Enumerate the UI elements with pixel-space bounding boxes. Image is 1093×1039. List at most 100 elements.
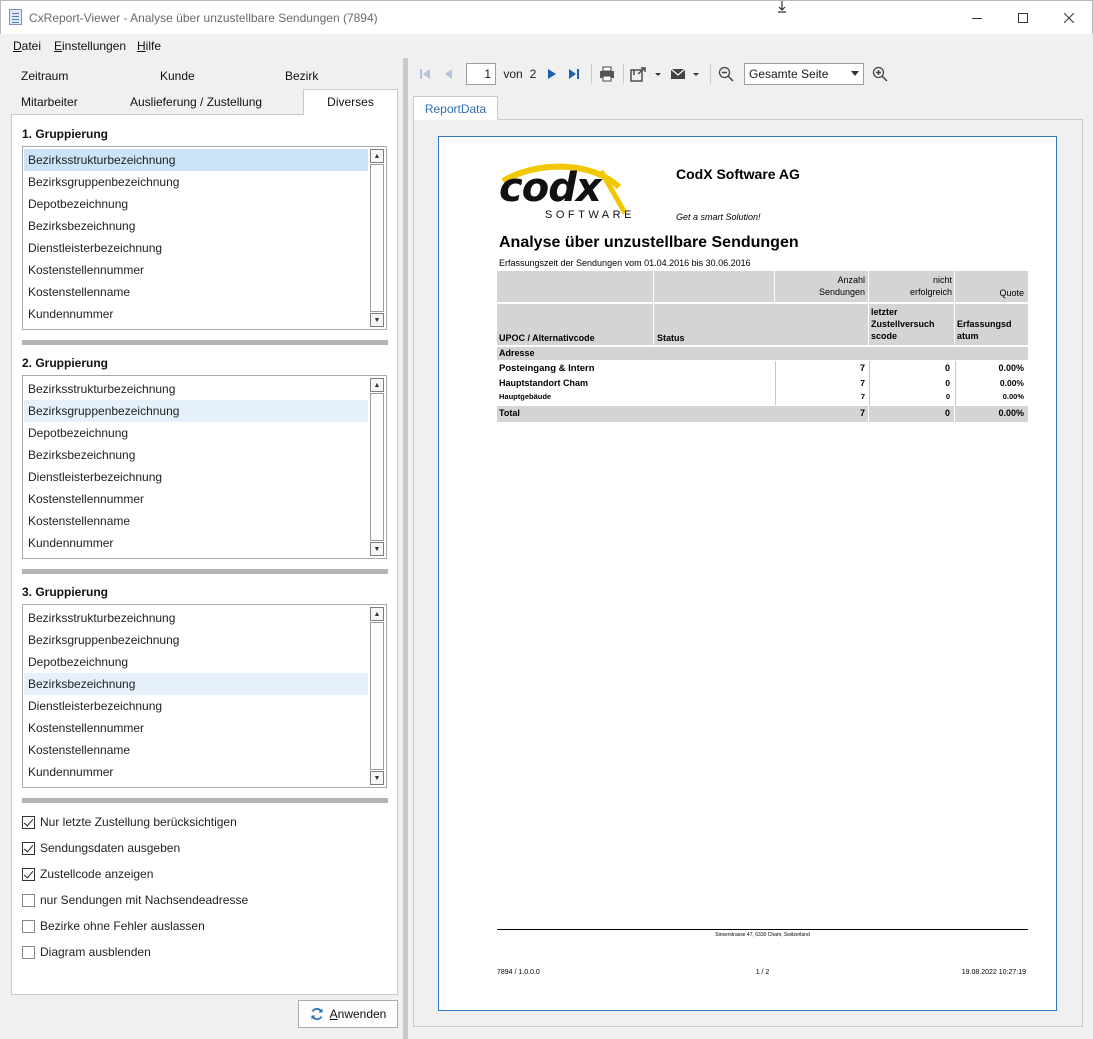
- menu-einstellungen[interactable]: Einstellungen: [54, 39, 126, 53]
- scroll-up-icon[interactable]: ▲: [370, 149, 384, 163]
- last-page-icon[interactable]: [565, 64, 583, 84]
- tab-diverses[interactable]: Diverses: [303, 89, 398, 115]
- window-title: CxReport-Viewer - Analyse über unzustell…: [29, 11, 378, 25]
- group-title-3: 3. Gruppierung: [22, 585, 109, 599]
- list-item[interactable]: Kostenstellennummer: [24, 488, 368, 510]
- minimize-button[interactable]: [954, 1, 1000, 35]
- scroll-down-icon[interactable]: ▼: [370, 313, 384, 327]
- tab-reportdata[interactable]: ReportData: [413, 96, 498, 120]
- table-total-row: Total 7 0 0.00%: [497, 406, 1028, 422]
- menu-bar: Datei Einstellungen Hilfe: [0, 34, 1093, 58]
- group-splitter[interactable]: [22, 340, 388, 345]
- tab-kunde[interactable]: Kunde: [160, 64, 195, 88]
- apply-label: Anwenden: [329, 1007, 387, 1021]
- toolbar-separator: [710, 64, 711, 84]
- scroll-track[interactable]: [370, 622, 384, 770]
- export-icon[interactable]: [628, 64, 662, 84]
- group-splitter[interactable]: [22, 569, 388, 574]
- list-scrollbar[interactable]: ▲ ▼: [369, 377, 385, 557]
- apply-button[interactable]: Anwenden: [298, 1000, 398, 1028]
- list-item[interactable]: Kostenstellenname: [24, 510, 368, 532]
- list-item[interactable]: Dienstleisterbezeichnung: [24, 237, 368, 259]
- toolbar-separator: [591, 64, 592, 84]
- zoom-in-icon[interactable]: [870, 64, 890, 84]
- option-nur-letzte-zustellung[interactable]: Nur letzte Zustellung berücksichtigen: [22, 813, 237, 831]
- zoom-select[interactable]: Gesamte Seite: [744, 63, 864, 85]
- list-item[interactable]: Bezirksbezeichnung: [24, 444, 368, 466]
- list-scrollbar[interactable]: ▲ ▼: [369, 148, 385, 328]
- scroll-track[interactable]: [370, 164, 384, 312]
- title-bar: CxReport-Viewer - Analyse über unzustell…: [0, 0, 1093, 34]
- checkbox[interactable]: [22, 815, 35, 829]
- list-item[interactable]: Kostenstellennummer: [24, 717, 368, 739]
- list-item[interactable]: Bezirksbezeichnung: [24, 215, 368, 237]
- option-nachsendeadresse[interactable]: nur Sendungen mit Nachsendeadresse: [22, 891, 248, 909]
- footer-divider: [497, 929, 1028, 930]
- list-item[interactable]: Bezirksgruppenbezeichnung: [24, 171, 368, 193]
- option-diagram-ausblenden[interactable]: Diagram ausblenden: [22, 943, 151, 961]
- grouping-list-2[interactable]: Bezirksstrukturbezeichnung Bezirksgruppe…: [22, 375, 387, 559]
- list-item[interactable]: Kundennummer: [24, 761, 368, 783]
- scroll-up-icon[interactable]: ▲: [370, 607, 384, 621]
- checkbox[interactable]: [22, 841, 35, 855]
- list-item[interactable]: Bezirksstrukturbezeichnung: [24, 378, 368, 400]
- maximize-button[interactable]: [1000, 1, 1046, 35]
- report-page: codx SOFTWARE CodX Software AG Get a sma…: [438, 136, 1057, 1011]
- table-header-1: Anzahl Sendungen nicht erfolgreich Quote: [497, 271, 1028, 302]
- option-sendungsdaten[interactable]: Sendungsdaten ausgeben: [22, 839, 180, 857]
- next-page-icon[interactable]: [544, 64, 560, 84]
- tab-auslieferung[interactable]: Auslieferung / Zustellung: [130, 90, 262, 114]
- grouping-list-1[interactable]: Bezirksstrukturbezeichnung Bezirksgruppe…: [22, 146, 387, 330]
- table-row: Hauptgebäude 7 0 0.00%: [499, 392, 1024, 401]
- list-item[interactable]: Bezirksstrukturbezeichnung: [24, 607, 368, 629]
- page-number-input[interactable]: 1: [466, 63, 496, 85]
- list-item[interactable]: Bezirksgruppenbezeichnung: [24, 400, 368, 422]
- scroll-up-icon[interactable]: ▲: [370, 378, 384, 392]
- close-button[interactable]: [1046, 1, 1092, 35]
- list-item[interactable]: Bezirksstrukturbezeichnung: [24, 149, 368, 171]
- list-scrollbar[interactable]: ▲ ▼: [369, 606, 385, 786]
- panel-splitter[interactable]: [403, 58, 408, 1039]
- list-item[interactable]: Dienstleisterbezeichnung: [24, 695, 368, 717]
- grouping-list-3[interactable]: Bezirksstrukturbezeichnung Bezirksgruppe…: [22, 604, 387, 788]
- email-icon[interactable]: [668, 64, 704, 84]
- scroll-track[interactable]: [370, 393, 384, 541]
- zoom-value: Gesamte Seite: [749, 67, 829, 81]
- checkbox[interactable]: [22, 945, 35, 959]
- group-splitter[interactable]: [22, 798, 388, 803]
- option-bezirke-ohne-fehler[interactable]: Bezirke ohne Fehler auslassen: [22, 917, 205, 935]
- list-item[interactable]: Depotbezeichnung: [24, 422, 368, 444]
- menu-hilfe[interactable]: Hilfe: [137, 39, 161, 53]
- first-page-icon[interactable]: [416, 64, 434, 84]
- list-item[interactable]: Bezirksgruppenbezeichnung: [24, 629, 368, 651]
- report-title: Analyse über unzustellbare Sendungen: [499, 234, 799, 251]
- list-item[interactable]: Bezirksbezeichnung: [24, 673, 368, 695]
- menu-datei[interactable]: Datei: [13, 39, 41, 53]
- checkbox[interactable]: [22, 867, 35, 881]
- print-icon[interactable]: [597, 64, 617, 84]
- scroll-down-icon[interactable]: ▼: [370, 542, 384, 556]
- list-item[interactable]: Dienstleisterbezeichnung: [24, 466, 368, 488]
- tab-zeitraum[interactable]: Zeitraum: [21, 64, 68, 88]
- footer-timestamp: 19.08.2022 10:27:19: [961, 969, 1026, 976]
- codx-logo: codx SOFTWARE: [499, 163, 635, 221]
- list-item[interactable]: Kostenstellennummer: [24, 259, 368, 281]
- list-item[interactable]: Kostenstellenname: [24, 739, 368, 761]
- scroll-down-icon[interactable]: ▼: [370, 771, 384, 785]
- tab-mitarbeiter[interactable]: Mitarbeiter: [21, 90, 78, 114]
- checkbox[interactable]: [22, 919, 35, 933]
- tab-bezirk[interactable]: Bezirk: [285, 64, 318, 88]
- list-item[interactable]: Depotbezeichnung: [24, 193, 368, 215]
- page-of-label: von: [503, 67, 523, 81]
- option-zustellcode[interactable]: Zustellcode anzeigen: [22, 865, 153, 883]
- list-item[interactable]: Depotbezeichnung: [24, 651, 368, 673]
- prev-page-icon[interactable]: [440, 64, 456, 84]
- list-item[interactable]: Kundennummer: [24, 532, 368, 554]
- checkbox[interactable]: [22, 893, 35, 907]
- chevron-down-icon: [851, 71, 859, 76]
- list-item[interactable]: Kostenstellenname: [24, 281, 368, 303]
- list-item[interactable]: Kundennummer: [24, 303, 368, 325]
- toolbar-separator: [623, 64, 624, 84]
- cursor-icon: [776, 1, 788, 13]
- zoom-out-icon[interactable]: [716, 64, 736, 84]
